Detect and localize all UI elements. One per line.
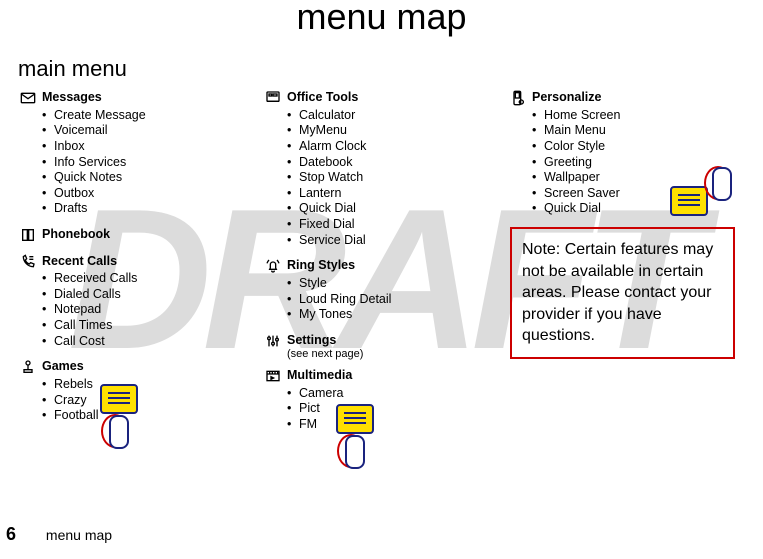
menu-column-1: Messages Create Message Voicemail Inbox … [14, 90, 259, 434]
menu-item: Loud Ring Detail [287, 292, 391, 308]
annotation-marker [670, 168, 734, 216]
menu-heading: Personalize [532, 90, 620, 106]
book-icon [20, 227, 42, 248]
menu-items: Home Screen Main Menu Color Style Greeti… [532, 108, 620, 217]
menu-item: Wallpaper [532, 170, 620, 186]
menu-heading: Multimedia [287, 368, 352, 384]
menu-heading: Office Tools [287, 90, 366, 106]
menu-item: Football [42, 408, 98, 424]
menu-item: Camera [287, 386, 352, 402]
page-title: menu map [0, 0, 763, 38]
menu-item: Inbox [42, 139, 146, 155]
menu-item: Create Message [42, 108, 146, 124]
menu-item: Outbox [42, 186, 146, 202]
bell-icon [265, 258, 287, 279]
menu-item: Crazy [42, 393, 98, 409]
menu-item: Lantern [287, 186, 366, 202]
menu-item: Home Screen [532, 108, 620, 124]
main-menu-heading: main menu [18, 56, 763, 82]
sticky-note-icon [336, 404, 374, 434]
menu-subtext: (see next page) [287, 348, 363, 362]
menu-heading: Phonebook [42, 227, 110, 243]
menu-block-recent-calls: Recent Calls Received Calls Dialed Calls… [20, 254, 253, 354]
menu-item: Main Menu [532, 123, 620, 139]
sliders-icon [265, 333, 287, 354]
menu-heading: Recent Calls [42, 254, 137, 270]
menu-item: Service Dial [287, 233, 366, 249]
sticky-note-icon [100, 384, 138, 414]
page-footer: 6 menu map [6, 524, 112, 545]
menu-item: Call Cost [42, 334, 137, 350]
menu-items: Create Message Voicemail Inbox Info Serv… [42, 108, 146, 217]
menu-block-ring-styles: Ring Styles Style Loud Ring Detail My To… [265, 258, 498, 327]
paperclip-icon [107, 416, 131, 448]
phone-list-icon [20, 254, 42, 275]
menu-items: Received Calls Dialed Calls Notepad Call… [42, 271, 137, 349]
menu-item: Rebels [42, 377, 98, 393]
menu-item: Call Times [42, 318, 137, 334]
menu-item: Greeting [532, 155, 620, 171]
menu-heading: Ring Styles [287, 258, 391, 274]
film-icon [265, 368, 287, 389]
menu-block-settings: Settings (see next page) [265, 333, 498, 362]
phone-gear-icon [510, 90, 532, 111]
menu-block-phonebook: Phonebook [20, 227, 253, 248]
sticky-note-icon [670, 186, 708, 216]
envelope-icon [20, 90, 42, 111]
menu-column-2: Office Tools Calculator MyMenu Alarm Clo… [259, 90, 504, 443]
menu-column-3: Personalize Home Screen Main Menu Color … [504, 90, 749, 359]
menu-item: Dialed Calls [42, 287, 137, 303]
menu-item: MyMenu [287, 123, 366, 139]
annotation-marker [100, 384, 138, 448]
menu-items: Calculator MyMenu Alarm Clock Datebook S… [287, 108, 366, 249]
menu-item: Stop Watch [287, 170, 366, 186]
menu-block-messages: Messages Create Message Voicemail Inbox … [20, 90, 253, 221]
joystick-icon [20, 359, 42, 380]
menu-item: Style [287, 276, 391, 292]
menu-item: My Tones [287, 307, 391, 323]
annotation-marker [336, 404, 374, 468]
menu-heading: Games [42, 359, 98, 375]
menu-item: Quick Dial [287, 201, 366, 217]
menu-item: Alarm Clock [287, 139, 366, 155]
menu-item: Quick Dial [532, 201, 620, 217]
menu-block-multimedia: Multimedia Camera Pict FM [265, 368, 498, 437]
menu-item: Datebook [287, 155, 366, 171]
menu-heading: Messages [42, 90, 146, 106]
menu-heading: Settings [287, 333, 363, 349]
menu-item: Info Services [42, 155, 146, 171]
menu-items: Style Loud Ring Detail My Tones [287, 276, 391, 323]
page-number: 6 [6, 524, 16, 544]
menu-item: Color Style [532, 139, 620, 155]
paperclip-icon [710, 168, 734, 200]
menu-item: Voicemail [42, 123, 146, 139]
footer-label: menu map [46, 527, 112, 543]
tools-icon [265, 90, 287, 111]
menu-item: Quick Notes [42, 170, 146, 186]
menu-items: Rebels Crazy Football [42, 377, 98, 424]
paperclip-icon [343, 436, 367, 468]
menu-item: Received Calls [42, 271, 137, 287]
menu-item: Screen Saver [532, 186, 620, 202]
menu-block-office-tools: Office Tools Calculator MyMenu Alarm Clo… [265, 90, 498, 252]
menu-item: Notepad [42, 302, 137, 318]
menu-item: Drafts [42, 201, 146, 217]
menu-item: Calculator [287, 108, 366, 124]
note-box: Note: Certain features may not be availa… [510, 227, 735, 359]
menu-item: Fixed Dial [287, 217, 366, 233]
